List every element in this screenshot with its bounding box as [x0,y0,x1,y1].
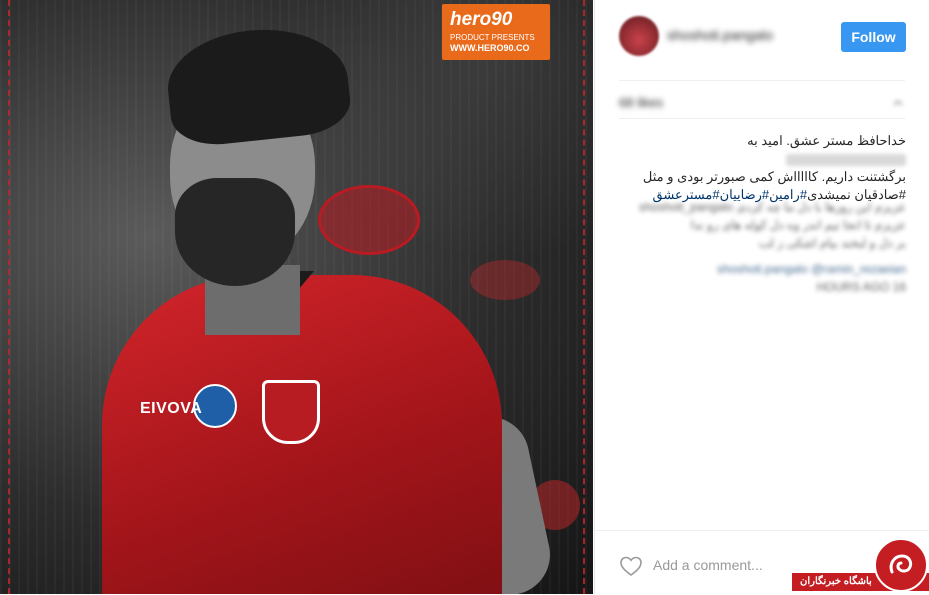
post-header: shoshoti.pangalo Follow [595,0,929,80]
likes-count[interactable]: 68 likes [619,95,663,110]
follow-button[interactable]: Follow [841,22,906,52]
heart-icon[interactable] [619,555,643,582]
light-effect [470,260,540,300]
player-beard [175,178,295,286]
hero90-url: WWW.HERO90.CO [450,43,530,53]
caption-text: خداحافظ مستر عشق. امید به [747,133,906,148]
club-stamp [318,185,420,255]
caption-username[interactable] [786,153,906,166]
more-options-icon[interactable] [891,96,905,113]
post-caption: خداحافظ مستر عشق. امید به برگشتنت داریم.… [619,132,906,204]
jersey-sponsor-text: EIVOVA [140,400,203,417]
hero90-logo: hero90 PRODUCT PRESENTS WWW.HERO90.CO [442,4,550,60]
caption-line: خداحافظ مستر عشق. امید به [619,132,906,168]
divider [619,118,905,119]
hero90-brand: hero90 [450,9,513,30]
post-panel: shoshoti.pangalo Follow 68 likes خداحافظ… [594,0,929,594]
caption-text: برگشتنت داریم. کاااااش کمی صبورتر بودی و… [642,169,906,184]
watermark-logo-icon [874,538,928,592]
avatar[interactable] [619,16,659,56]
club-crest [262,380,320,444]
comment-mention[interactable]: shoshoti.pangalo @ramin_rezaeian [619,260,906,278]
username[interactable]: shoshoti.pangalo [667,27,773,43]
comment-input[interactable]: Add a comment... [653,557,763,573]
photo-frame-left [8,0,10,594]
photo-frame-right [583,0,585,594]
comment-timestamp: 16 HOURS AGO [816,280,906,294]
watermark: باشگاه خبرنگاران [792,536,929,594]
comments-list: عزیزم این روزها با دل ما چه کردی shoshot… [619,198,906,296]
post-photo[interactable]: EIVOVA hero90 PRODUCT PRESENTS WWW.HERO9… [0,0,593,594]
divider [619,80,905,81]
comment-item: عزیزم تا انجا تیم اندر وه دل کوله های رو… [690,218,906,232]
comment-item: عزیزم این روزها با دل ما چه کردی shoshot… [638,200,906,214]
comment-item: بر دل و لبخند بیام اشکی ز لب [758,236,906,250]
hero90-tagline: PRODUCT PRESENTS [450,33,535,42]
